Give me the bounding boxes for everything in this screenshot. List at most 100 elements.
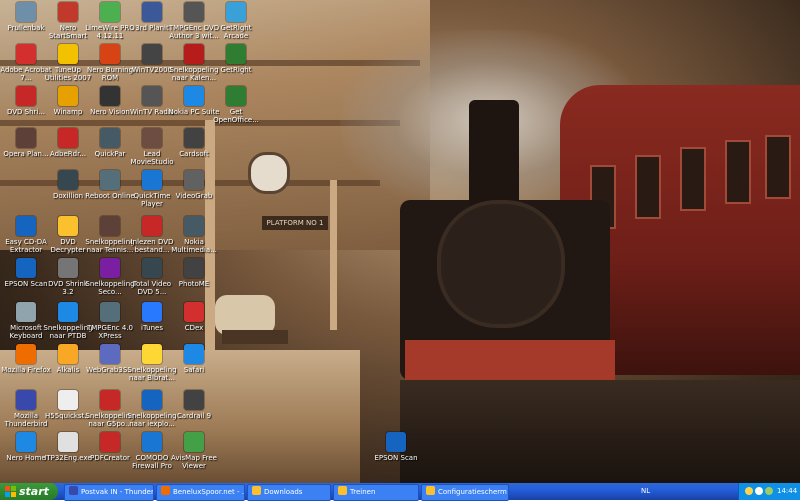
webgrab-icon: [100, 344, 120, 364]
epson-scan-2-icon: [386, 432, 406, 452]
movie-studio-icon: [142, 128, 162, 148]
carriage-window: [725, 140, 751, 204]
doxillion-icon: [58, 170, 78, 190]
safari-icon: [184, 344, 204, 364]
tray-network-icon[interactable]: [765, 487, 773, 495]
desktop-icon-label: GetRight: [220, 66, 252, 74]
taskbar-app-icon: [252, 486, 261, 495]
desktop-icon[interactable]: Safari: [168, 344, 220, 374]
desktop-icon[interactable]: CDex: [168, 302, 220, 332]
luggage-sacks: [215, 295, 275, 335]
comodo-icon: [142, 432, 162, 452]
tennis-shortcut-icon: [100, 216, 120, 236]
wintv-radio-icon: [142, 86, 162, 106]
desktop-icon-label: EPSON Scan: [374, 454, 418, 462]
language-indicator[interactable]: NL: [641, 483, 650, 500]
desktop-icon[interactable]: Nokia Multimedia...: [168, 216, 220, 254]
station-clock: [248, 152, 290, 194]
cardsoft-icon: [184, 128, 204, 148]
taskbar-button[interactable]: BeneluxSpoor.net - ...: [156, 484, 245, 501]
desktop-icon[interactable]: EPSON Scan: [370, 432, 422, 462]
winamp-icon: [58, 86, 78, 106]
nero-burning-icon: [100, 44, 120, 64]
desktop-icon-label: Get OpenOffice...: [213, 108, 259, 124]
taskbar-button[interactable]: Treinen: [333, 484, 419, 501]
wintv-icon: [142, 44, 162, 64]
dvd-shrink-icon: [16, 86, 36, 106]
carriage-window: [765, 135, 791, 199]
avismap-icon: [184, 432, 204, 452]
taskbar: start Postvak IN - Thunder... BeneluxSpoo…: [0, 483, 800, 501]
dvd-shrink-32-icon: [58, 258, 78, 278]
total-video-icon: [142, 258, 162, 278]
tmpgenc-icon: [184, 2, 204, 22]
platform-pillar: [330, 180, 337, 330]
taskbar-button-label: Configuratiescherm: [438, 488, 507, 496]
start-label: start: [19, 485, 49, 498]
easy-cd-icon: [16, 216, 36, 236]
tray-volume-icon[interactable]: [755, 487, 763, 495]
desktop-icon[interactable]: Cardrail 9: [168, 390, 220, 420]
epson-scan-icon: [16, 258, 36, 278]
taskbar-app-icon: [426, 486, 435, 495]
thunderbird-icon: [16, 390, 36, 410]
tray-clock: 14:44: [777, 487, 798, 495]
taskbar-button-label: Treinen: [350, 488, 376, 496]
desktop-icon[interactable]: GetRight Arcade: [210, 2, 262, 40]
photome-icon: [184, 258, 204, 278]
desktop-icon-label: Cardsoft: [179, 150, 209, 158]
taskbar-button-label: Downloads: [264, 488, 303, 496]
desktop-icon-label: GetRight Arcade: [220, 24, 252, 40]
railway-track: [400, 380, 800, 483]
carriage-window: [680, 147, 706, 211]
desktop-icon[interactable]: PhotoME: [168, 258, 220, 288]
adobe-reader-icon: [58, 128, 78, 148]
taskbar-button[interactable]: Downloads: [247, 484, 331, 501]
firefox-icon: [16, 344, 36, 364]
itunes-icon: [142, 302, 162, 322]
exe-icon: [58, 432, 78, 452]
nokia-multimedia-icon: [184, 216, 204, 236]
desktop-icon[interactable]: Cardsoft: [168, 128, 220, 158]
quicktime-icon: [142, 170, 162, 190]
locomotive-buffer-beam: [405, 340, 615, 380]
nero-vision-icon: [100, 86, 120, 106]
start-button[interactable]: start: [0, 483, 58, 500]
taskbar-button-label: BeneluxSpoor.net - ...: [173, 488, 245, 496]
nero-home-icon: [16, 432, 36, 452]
seco-shortcut-icon: [100, 258, 120, 278]
g5po-shortcut-icon: [100, 390, 120, 410]
getright-icon: [226, 2, 246, 22]
dvd-decrypter-icon: [58, 216, 78, 236]
desktop-icon[interactable]: VideoGrab: [168, 170, 220, 200]
luggage-trolley: [222, 330, 288, 344]
desktop-icon-label: Cardrail 9: [176, 412, 212, 420]
taskbar-button[interactable]: Configuratiescherm: [421, 484, 509, 501]
limewire-icon: [100, 2, 120, 22]
carriage-window: [635, 155, 661, 219]
cdex-icon: [184, 302, 204, 322]
taskbar-app-icon: [161, 486, 170, 495]
cardrail-icon: [184, 390, 204, 410]
taskbar-button[interactable]: Postvak IN - Thunder...: [64, 484, 154, 501]
quickpar-icon: [100, 128, 120, 148]
desktop-icon[interactable]: Get OpenOffice...: [210, 86, 262, 124]
taskbar-app-icon: [69, 486, 78, 495]
acrobat-icon: [16, 44, 36, 64]
taskbar-button-label: Postvak IN - Thunder...: [81, 488, 154, 496]
blbrat-shortcut-icon: [142, 344, 162, 364]
tuneup-icon: [58, 44, 78, 64]
system-tray: 14:44: [738, 483, 800, 500]
tray-shield-icon[interactable]: [745, 487, 753, 495]
recycle-bin-icon: [16, 2, 36, 22]
desktop-icon-label: CDex: [184, 324, 204, 332]
desktop-icon-label: AvisMap Free Viewer: [171, 454, 217, 470]
desktop-icon[interactable]: AvisMap Free Viewer: [168, 432, 220, 470]
iexplore-shortcut-icon: [142, 390, 162, 410]
opera-plan-icon: [16, 128, 36, 148]
desktop-icon-label: VideoGrab: [175, 192, 213, 200]
pdfcreator-icon: [100, 432, 120, 452]
taskbar-app-icon: [338, 486, 347, 495]
platform-sign: PLATFORM NO 1: [262, 216, 328, 230]
desktop-icon[interactable]: GetRight: [210, 44, 262, 74]
